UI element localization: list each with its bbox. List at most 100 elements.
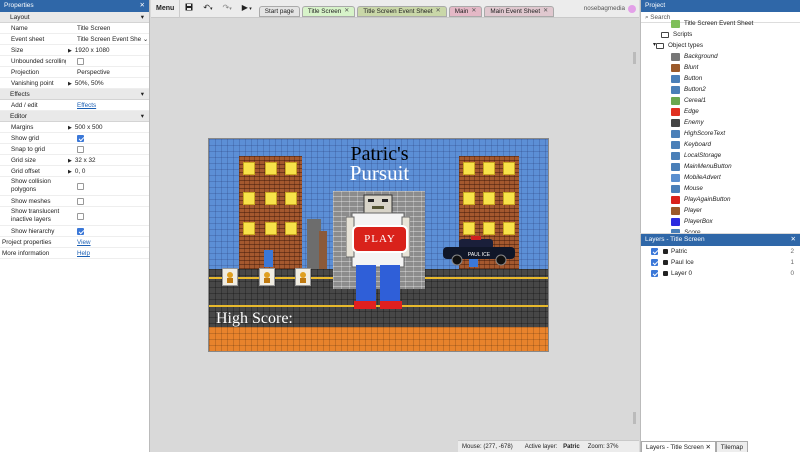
close-icon[interactable]: ✕ bbox=[791, 234, 796, 246]
layer-visible-checkbox[interactable] bbox=[651, 259, 658, 266]
prop-row-grid-size[interactable]: Grid size ▶ 32 x 32 bbox=[0, 155, 149, 166]
prop-row-margins[interactable]: Margins ▶ 500 x 500 bbox=[0, 122, 149, 133]
project-item[interactable]: Button bbox=[641, 73, 800, 84]
prop-row-size[interactable]: Size ▶ 1920 x 1080 bbox=[0, 45, 149, 56]
expand-triangle-icon[interactable]: ▶ bbox=[68, 48, 72, 54]
tab-title-screen[interactable]: Title Screen ✕ bbox=[301, 6, 356, 17]
tab-main-event-sheet[interactable]: Main Event Sheet ✕ bbox=[484, 6, 555, 17]
project-item[interactable]: PlayerBox bbox=[641, 216, 800, 227]
cereal-box-sprite[interactable] bbox=[222, 268, 238, 286]
prop-row-snap[interactable]: Snap to grid bbox=[0, 144, 149, 155]
event-sheet-select[interactable]: Title Screen Event She ⌄ bbox=[66, 34, 149, 44]
title-line-2[interactable]: Pursuit bbox=[209, 161, 548, 186]
cereal-box-sprite[interactable] bbox=[295, 268, 311, 286]
collapse-icon[interactable]: ▾ bbox=[141, 89, 144, 99]
collapse-icon[interactable]: ▾ bbox=[141, 111, 144, 121]
save-icon[interactable] bbox=[180, 0, 198, 18]
prop-row-add-edit[interactable]: Add / edit Effects bbox=[0, 100, 149, 111]
prop-value[interactable]: 500 x 500 bbox=[75, 124, 103, 131]
project-item[interactable]: Keyboard bbox=[641, 139, 800, 150]
close-icon[interactable]: ✕ bbox=[543, 6, 548, 17]
expand-triangle-icon[interactable]: ▶ bbox=[68, 169, 72, 175]
project-item[interactable]: Mouse bbox=[641, 183, 800, 194]
section-editor[interactable]: Editor ▾ bbox=[0, 111, 149, 122]
close-icon[interactable]: ✕ bbox=[471, 6, 476, 17]
prop-row-name[interactable]: Name Title Screen bbox=[0, 23, 149, 34]
project-item[interactable]: MobileAdvert bbox=[641, 172, 800, 183]
help-link[interactable]: Help bbox=[77, 250, 90, 257]
prop-row-collision[interactable]: Show collision polygons bbox=[0, 177, 149, 196]
project-item[interactable]: Score bbox=[641, 227, 800, 233]
prop-row-unbounded[interactable]: Unbounded scrolling bbox=[0, 56, 149, 67]
show-grid-checkbox[interactable] bbox=[77, 134, 84, 142]
show-meshes-checkbox[interactable] bbox=[77, 197, 84, 205]
prop-row-event-sheet[interactable]: Event sheet Title Screen Event She ⌄ bbox=[0, 34, 149, 45]
undo-icon[interactable]: ↶▾ bbox=[198, 0, 217, 18]
prop-value[interactable]: 50%, 50% bbox=[75, 80, 104, 87]
project-item[interactable]: Player bbox=[641, 205, 800, 216]
projection-select[interactable]: Perspective bbox=[66, 67, 149, 77]
lock-icon[interactable] bbox=[663, 260, 668, 265]
prop-row-vanishing[interactable]: Vanishing point ▶ 50%, 50% bbox=[0, 78, 149, 89]
tab-start-page[interactable]: Start page bbox=[258, 6, 300, 17]
tab-title-screen-event-sheet[interactable]: Title Screen Event Sheet ✕ bbox=[357, 6, 447, 17]
expand-triangle-icon[interactable]: ▶ bbox=[68, 81, 72, 87]
lock-icon[interactable] bbox=[663, 271, 668, 276]
project-item[interactable]: LocalStorage bbox=[641, 150, 800, 161]
play-icon[interactable]: ▶ ▾ bbox=[237, 0, 257, 18]
project-item[interactable]: Enemy bbox=[641, 117, 800, 128]
project-item[interactable]: MainMenuButton bbox=[641, 161, 800, 172]
project-item[interactable]: PlayAgainButton bbox=[641, 194, 800, 205]
background-tower[interactable] bbox=[319, 231, 327, 269]
chevron-down-icon[interactable]: ⌄ bbox=[143, 36, 148, 43]
prop-row-more-info[interactable]: More information Help bbox=[0, 248, 149, 259]
layout-canvas[interactable]: PLAY Patric's Pursuit PAUL ICE High Scor… bbox=[151, 18, 639, 440]
prop-value[interactable]: 1920 x 1080 bbox=[75, 47, 110, 54]
show-hierarchy-checkbox[interactable] bbox=[77, 227, 84, 235]
expand-triangle-icon[interactable]: ▶ bbox=[68, 158, 72, 164]
high-score-text[interactable]: High Score: bbox=[216, 310, 293, 328]
collapse-icon[interactable]: ▾ bbox=[141, 12, 144, 22]
prop-row-projection[interactable]: Projection Perspective bbox=[0, 67, 149, 78]
show-collision-polygons-checkbox[interactable] bbox=[77, 182, 84, 190]
project-item[interactable]: Button2 bbox=[641, 84, 800, 95]
tab-main[interactable]: Main ✕ bbox=[448, 6, 483, 17]
section-effects[interactable]: Effects ▾ bbox=[0, 89, 149, 100]
prop-value[interactable]: 0, 0 bbox=[75, 168, 86, 175]
ground-strip[interactable] bbox=[209, 327, 548, 351]
project-item[interactable]: Scripts bbox=[641, 29, 800, 40]
cereal-box-sprite[interactable] bbox=[259, 268, 275, 286]
close-icon[interactable]: ✕ bbox=[344, 6, 349, 17]
project-item[interactable]: Cereal1 bbox=[641, 95, 800, 106]
layer-row-layer-0[interactable]: Layer 0 0 bbox=[641, 268, 800, 279]
view-link[interactable]: View bbox=[77, 239, 91, 246]
expand-triangle-icon[interactable]: ▶ bbox=[68, 125, 72, 131]
prop-row-translucent[interactable]: Show translucent inactive layers bbox=[0, 207, 149, 226]
scrollbar-vertical[interactable] bbox=[633, 52, 636, 424]
project-item[interactable]: Background bbox=[641, 51, 800, 62]
snap-to-grid-checkbox[interactable] bbox=[77, 145, 84, 153]
layer-visible-checkbox[interactable] bbox=[651, 270, 658, 277]
prop-value[interactable]: 32 x 32 bbox=[75, 157, 96, 164]
project-item[interactable]: HighScoreText bbox=[641, 128, 800, 139]
close-icon[interactable]: ✕ bbox=[706, 444, 711, 451]
project-item[interactable]: ▾ Object types bbox=[641, 40, 800, 51]
prop-row-meshes[interactable]: Show meshes bbox=[0, 196, 149, 207]
show-translucent-checkbox[interactable] bbox=[77, 212, 84, 220]
layer-visible-checkbox[interactable] bbox=[651, 248, 658, 255]
project-item[interactable]: Edge bbox=[641, 106, 800, 117]
prop-value[interactable]: Title Screen bbox=[66, 23, 149, 33]
menu-button[interactable]: Menu bbox=[151, 0, 181, 18]
play-button-sprite[interactable]: PLAY bbox=[352, 225, 408, 253]
unbounded-scrolling-checkbox[interactable] bbox=[77, 57, 84, 65]
prop-row-hierarchy[interactable]: Show hierarchy bbox=[0, 226, 149, 237]
tab-layers[interactable]: Layers - Title Screen ✕ bbox=[641, 441, 716, 452]
avatar[interactable] bbox=[628, 4, 636, 13]
user-account[interactable]: nosebagmedia bbox=[584, 4, 639, 13]
police-car-sprite[interactable]: PAUL ICE bbox=[441, 235, 517, 267]
close-icon[interactable]: ✕ bbox=[436, 6, 441, 17]
tab-tilemap[interactable]: Tilemap bbox=[715, 441, 748, 452]
prop-row-project-properties[interactable]: Project properties View bbox=[0, 237, 149, 248]
redo-icon[interactable]: ↷▾ bbox=[218, 0, 237, 18]
prop-row-grid-offset[interactable]: Grid offset ▶ 0, 0 bbox=[0, 166, 149, 177]
